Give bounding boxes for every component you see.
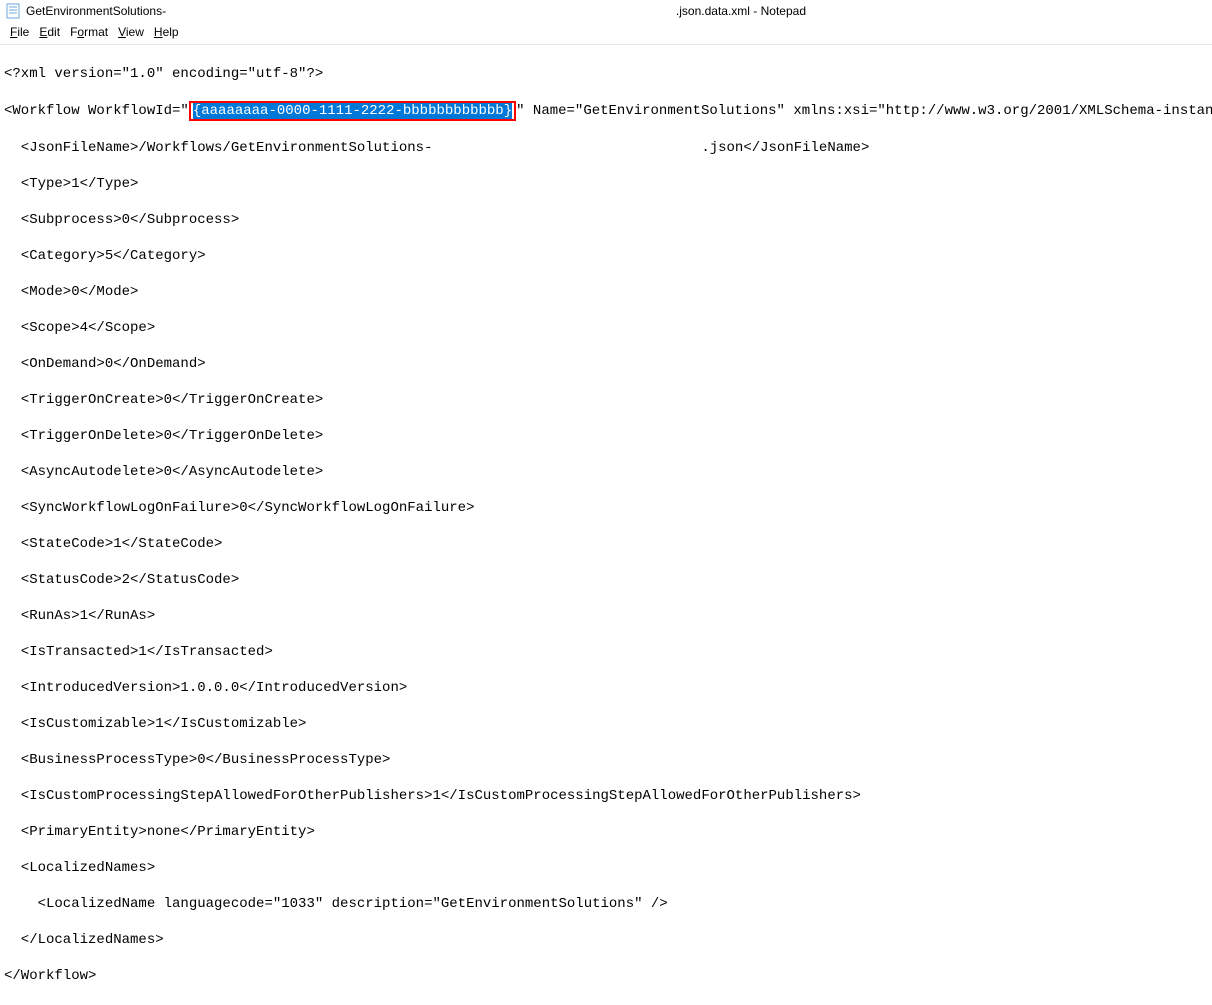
- editor-area[interactable]: <?xml version="1.0" encoding="utf-8"?> <…: [0, 45, 1212, 1005]
- code-line: <Category>5</Category>: [4, 247, 1208, 265]
- menu-format[interactable]: Format: [66, 24, 112, 40]
- code-line: <LocalizedNames>: [4, 859, 1208, 877]
- menu-file[interactable]: File: [6, 24, 33, 40]
- selection-close-brace: }: [504, 103, 512, 119]
- code-line: <SyncWorkflowLogOnFailure>0</SyncWorkflo…: [4, 499, 1208, 517]
- code-line: <LocalizedName languagecode="1033" descr…: [4, 895, 1208, 913]
- code-line: <BusinessProcessType>0</BusinessProcessT…: [4, 751, 1208, 769]
- code-line: <JsonFileName>/Workflows/GetEnvironmentS…: [4, 139, 1208, 157]
- code-text: " Name="GetEnvironmentSolutions" xmlns:x…: [516, 103, 1212, 119]
- code-text: <Workflow WorkflowId=": [4, 103, 189, 119]
- code-line: <AsyncAutodelete>0</AsyncAutodelete>: [4, 463, 1208, 481]
- code-line: <RunAs>1</RunAs>: [4, 607, 1208, 625]
- code-line: <IsCustomProcessingStepAllowedForOtherPu…: [4, 787, 1208, 805]
- code-line: <?xml version="1.0" encoding="utf-8"?>: [4, 65, 1208, 83]
- code-line: <Subprocess>0</Subprocess>: [4, 211, 1208, 229]
- titlebar: GetEnvironmentSolutions- .json.data.xml …: [0, 0, 1212, 22]
- code-line: <OnDemand>0</OnDemand>: [4, 355, 1208, 373]
- selection-guid: aaaaaaaa-0000-1111-2222-bbbbbbbbbbbb: [201, 103, 503, 119]
- code-line: <Type>1</Type>: [4, 175, 1208, 193]
- menu-help[interactable]: Help: [150, 24, 183, 40]
- code-line: <TriggerOnDelete>0</TriggerOnDelete>: [4, 427, 1208, 445]
- notepad-icon: [6, 3, 20, 19]
- code-line: <Scope>4</Scope>: [4, 319, 1208, 337]
- window-title-left: GetEnvironmentSolutions-: [26, 4, 166, 18]
- code-line: <IntroducedVersion>1.0.0.0</IntroducedVe…: [4, 679, 1208, 697]
- menu-view[interactable]: View: [114, 24, 148, 40]
- code-line: <PrimaryEntity>none</PrimaryEntity>: [4, 823, 1208, 841]
- code-line: <TriggerOnCreate>0</TriggerOnCreate>: [4, 391, 1208, 409]
- code-line: </LocalizedNames>: [4, 931, 1208, 949]
- code-line: <Mode>0</Mode>: [4, 283, 1208, 301]
- menu-edit[interactable]: Edit: [35, 24, 64, 40]
- menubar: File Edit Format View Help: [0, 22, 1212, 45]
- highlighted-guid-box: {aaaaaaaa-0000-1111-2222-bbbbbbbbbbbb}: [189, 101, 516, 121]
- code-line: <Workflow WorkflowId="{aaaaaaaa-0000-111…: [4, 101, 1208, 121]
- code-line: <IsTransacted>1</IsTransacted>: [4, 643, 1208, 661]
- code-line: <IsCustomizable>1</IsCustomizable>: [4, 715, 1208, 733]
- code-line: <StateCode>1</StateCode>: [4, 535, 1208, 553]
- selection-open-brace: {: [193, 103, 201, 119]
- window-title-right: .json.data.xml - Notepad: [676, 4, 806, 18]
- code-line: <StatusCode>2</StatusCode>: [4, 571, 1208, 589]
- code-line: </Workflow>: [4, 967, 1208, 985]
